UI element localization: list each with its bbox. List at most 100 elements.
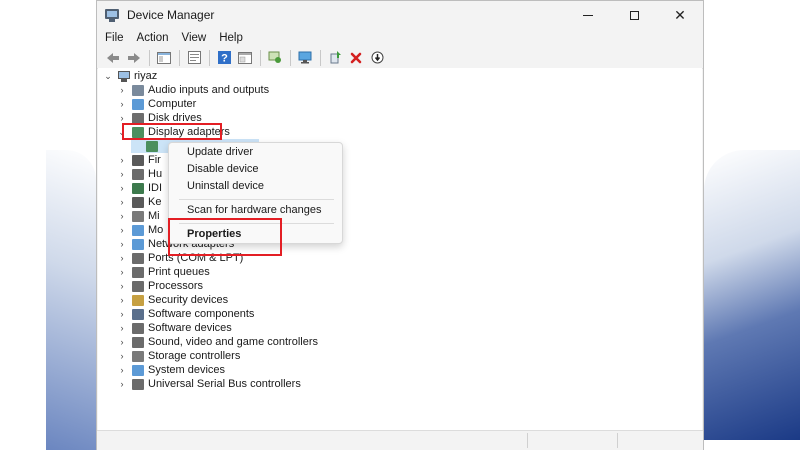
chevron-right-icon: › bbox=[120, 309, 124, 319]
software-device-icon bbox=[132, 322, 144, 334]
tree-item-label: Universal Serial Bus controllers bbox=[148, 378, 301, 390]
desktop-left bbox=[0, 0, 96, 450]
tree-item-label: Mi bbox=[148, 210, 160, 222]
menu-view[interactable]: View bbox=[182, 32, 214, 44]
disable-button[interactable] bbox=[367, 49, 387, 67]
tree-item-label: Software components bbox=[148, 308, 255, 320]
uninstall-button[interactable] bbox=[346, 49, 366, 67]
tree-root[interactable]: ⌄ riyaz bbox=[103, 69, 157, 83]
tree-item-label: Ke bbox=[148, 196, 162, 208]
toolbar-separator bbox=[290, 49, 291, 66]
properties-button[interactable] bbox=[184, 49, 204, 67]
tree-item-label: System devices bbox=[148, 364, 226, 376]
tree-item-processors[interactable]: › Processors bbox=[117, 279, 204, 293]
menu-action[interactable]: Action bbox=[137, 32, 176, 44]
tree-item-label: Computer bbox=[148, 98, 197, 110]
monitor-icon bbox=[132, 224, 144, 236]
software-component-icon bbox=[132, 308, 144, 320]
update-driver-icon bbox=[268, 51, 281, 63]
menu-help[interactable]: Help bbox=[219, 32, 250, 44]
forward-arrow-icon bbox=[128, 52, 140, 63]
maximize-button[interactable] bbox=[611, 1, 657, 29]
update-driver-button[interactable] bbox=[265, 49, 285, 67]
computer-icon bbox=[132, 98, 144, 110]
show-hide-tree-button[interactable] bbox=[154, 49, 174, 67]
tree-item-hid[interactable]: › Hu bbox=[117, 167, 163, 181]
window-controls: ✕ bbox=[565, 1, 703, 29]
tree-item-label: Storage controllers bbox=[148, 350, 241, 362]
tree-item-software-devices[interactable]: › Software devices bbox=[117, 321, 232, 335]
menu-item-update-driver[interactable]: Update driver bbox=[187, 146, 253, 158]
tree-item-label: Mo bbox=[148, 224, 164, 236]
forward-button[interactable] bbox=[124, 49, 144, 67]
tree-item-label: IDI bbox=[148, 182, 163, 194]
menu-separator bbox=[179, 199, 334, 200]
printer-icon bbox=[132, 266, 144, 278]
svg-text:?: ? bbox=[221, 53, 228, 65]
tree-item-monitors[interactable]: › Mo bbox=[117, 223, 164, 237]
chevron-right-icon: › bbox=[120, 225, 124, 235]
add-driver-icon bbox=[330, 51, 341, 64]
tree-item-system-devices[interactable]: › System devices bbox=[117, 363, 226, 377]
disable-icon bbox=[371, 51, 383, 64]
chevron-right-icon: › bbox=[120, 197, 124, 207]
toolbar: ? bbox=[97, 47, 703, 69]
desktop-right bbox=[704, 0, 800, 450]
tree-item-usb[interactable]: › Universal Serial Bus controllers bbox=[117, 377, 301, 391]
display-adapter-child-icon bbox=[146, 140, 158, 152]
status-bar bbox=[97, 430, 703, 450]
ide-icon bbox=[132, 182, 144, 194]
chevron-right-icon: › bbox=[120, 211, 124, 221]
wallpaper-right bbox=[704, 150, 800, 440]
tree-item-storage-controllers[interactable]: › Storage controllers bbox=[117, 349, 241, 363]
menu-bar: File Action View Help bbox=[97, 29, 703, 47]
tree-item-computer[interactable]: › Computer bbox=[117, 97, 197, 111]
tree-root-label: riyaz bbox=[134, 70, 158, 82]
menu-file[interactable]: File bbox=[105, 32, 131, 44]
tree-item-security-devices[interactable]: › Security devices bbox=[117, 293, 229, 307]
help-button[interactable]: ? bbox=[214, 49, 234, 67]
device-manager-icon bbox=[105, 8, 119, 22]
keyboard-icon bbox=[132, 196, 144, 208]
back-arrow-icon bbox=[107, 52, 119, 63]
chevron-right-icon: › bbox=[120, 281, 124, 291]
back-button[interactable] bbox=[103, 49, 123, 67]
processor-icon bbox=[132, 280, 144, 292]
add-driver-button[interactable] bbox=[325, 49, 345, 67]
tree-item-ide[interactable]: › IDI bbox=[117, 181, 163, 195]
tree-item-software-components[interactable]: › Software components bbox=[117, 307, 255, 321]
chevron-right-icon: › bbox=[120, 99, 124, 109]
hid-icon bbox=[132, 168, 144, 180]
menu-item-uninstall-device[interactable]: Uninstall device bbox=[187, 180, 264, 192]
toolbar-separator bbox=[209, 49, 210, 66]
view-button[interactable] bbox=[235, 49, 255, 67]
wallpaper-left bbox=[46, 150, 96, 450]
scan-hardware-icon bbox=[298, 51, 312, 64]
chevron-right-icon: › bbox=[120, 337, 124, 347]
toolbar-separator bbox=[149, 49, 150, 66]
status-divider bbox=[617, 433, 618, 448]
scan-hardware-button[interactable] bbox=[295, 49, 315, 67]
menu-item-scan-hardware[interactable]: Scan for hardware changes bbox=[187, 204, 322, 216]
uninstall-icon bbox=[350, 52, 362, 63]
tree-item-firmware[interactable]: › Fir bbox=[117, 153, 161, 167]
chevron-right-icon: › bbox=[120, 365, 124, 375]
tree-item-label: Sound, video and game controllers bbox=[148, 336, 318, 348]
usb-icon bbox=[132, 378, 144, 390]
chevron-right-icon: › bbox=[120, 253, 124, 263]
properties-icon bbox=[187, 51, 201, 64]
tree-item-print-queues[interactable]: › Print queues bbox=[117, 265, 210, 279]
menu-item-disable-device[interactable]: Disable device bbox=[187, 163, 259, 175]
status-divider bbox=[527, 433, 528, 448]
tree-item-sound[interactable]: › Sound, video and game controllers bbox=[117, 335, 319, 349]
minimize-button[interactable] bbox=[565, 1, 611, 29]
close-button[interactable]: ✕ bbox=[657, 1, 703, 29]
title-bar[interactable]: Device Manager ✕ bbox=[97, 1, 703, 29]
tree-item-keyboards[interactable]: › Ke bbox=[117, 195, 162, 209]
tree-item-label: Hu bbox=[148, 168, 163, 180]
chevron-right-icon: › bbox=[120, 295, 124, 305]
tree-item-mice[interactable]: › Mi bbox=[117, 209, 160, 223]
chevron-right-icon: › bbox=[120, 183, 124, 193]
tree-item-audio[interactable]: › Audio inputs and outputs bbox=[117, 83, 270, 97]
window-title: Device Manager bbox=[127, 8, 215, 22]
